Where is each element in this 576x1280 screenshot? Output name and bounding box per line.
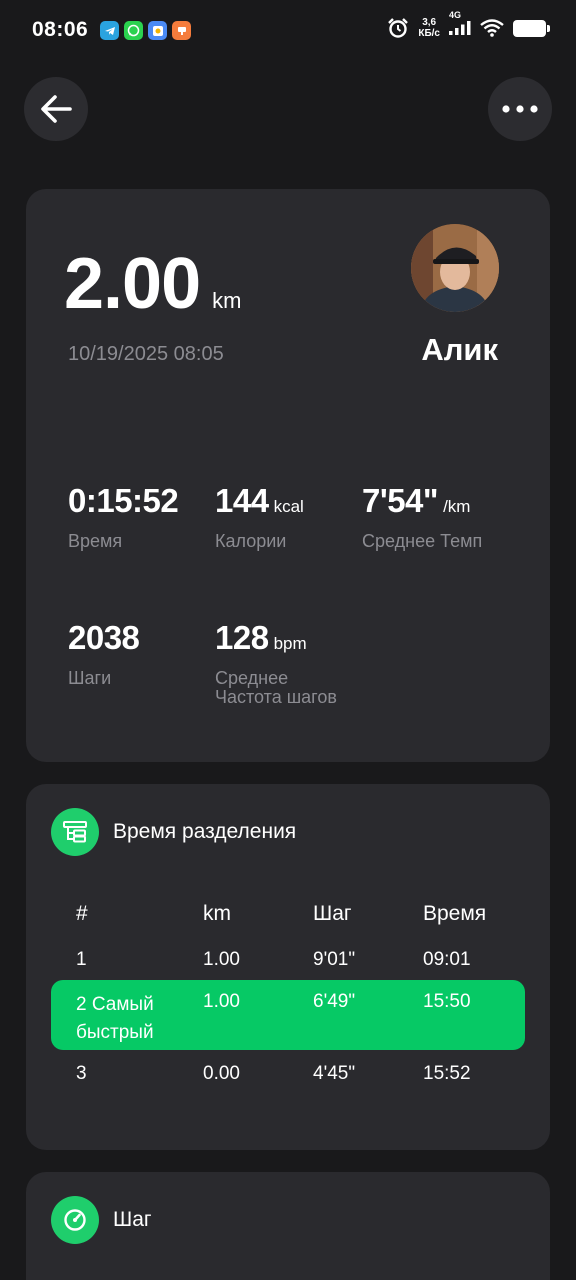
split-time: 09:01 [423, 949, 471, 970]
stat-pace-value: 7'54" [362, 482, 439, 519]
stat-calories-unit: kcal [273, 497, 304, 516]
status-bar: 08:06 3,6 КБ/с 4G [0, 0, 576, 60]
splits-card: Время разделения # km Шаг Время 1 1.00 9… [26, 784, 550, 1150]
network-speed: 3,6 КБ/с [418, 17, 440, 39]
distance: 2.00 km [64, 243, 241, 325]
splits-list-icon [51, 808, 99, 856]
arrow-left-icon [41, 95, 72, 123]
stat-pace-unit: /km [443, 497, 471, 516]
workout-datetime: 10/19/2025 08:05 [68, 343, 224, 365]
split-number: 2 Самый быстрый [76, 994, 154, 1043]
workout-summary-card: 2.00 km 10/19/2025 08:05 Алик 0:15:52 Вр… [26, 189, 550, 762]
split-pace: 9'01" [313, 949, 356, 970]
stat-cadence-label: Среднее Частота шагов [215, 669, 337, 707]
pace-card: Шаг [26, 1172, 550, 1280]
stat-duration: 0:15:52 Время [68, 482, 179, 551]
maps-icon [148, 21, 167, 40]
more-horizontal-icon [502, 105, 538, 113]
stat-duration-label: Время [68, 531, 123, 551]
split-km: 0.00 [203, 1063, 240, 1084]
stat-calories-value: 144 [215, 482, 269, 519]
pace-header: Шаг [51, 1196, 152, 1244]
whatsapp-icon [124, 21, 143, 40]
stat-calories: 144 kcal Калории [215, 482, 304, 551]
column-header-number: # [76, 902, 88, 925]
split-number: 1 [76, 949, 87, 970]
app-notification-icon [172, 21, 191, 40]
stat-cadence-unit: bpm [273, 634, 307, 653]
network-type: 4G [449, 10, 462, 20]
split-pace: 4'45" [313, 1063, 356, 1084]
splits-title: Время разделения [113, 820, 297, 843]
back-button[interactable] [24, 77, 88, 141]
notification-icons [100, 21, 191, 40]
stat-cadence-label-line1: Среднее [215, 668, 289, 688]
status-time: 08:06 [32, 18, 89, 41]
stat-pace-label: Среднее Темп [362, 531, 483, 551]
distance-value: 2.00 [64, 244, 201, 324]
speedometer-icon [51, 1196, 99, 1244]
split-km: 1.00 [203, 949, 240, 970]
stat-cadence-label-line2: Частота шагов [215, 687, 337, 707]
signal-icon [449, 21, 471, 35]
telegram-icon [100, 21, 119, 40]
split-time: 15:52 [423, 1063, 471, 1084]
alarm-icon [388, 18, 409, 38]
more-options-button[interactable] [488, 77, 552, 141]
stat-cadence: 128 bpm Среднее Частота шагов [215, 619, 337, 707]
splits-header: Время разделения [51, 808, 296, 856]
split-number: 3 [76, 1063, 87, 1084]
stat-calories-label: Калории [215, 531, 287, 551]
signal-indicator: 4G [449, 10, 471, 35]
avatar[interactable] [411, 224, 499, 312]
wifi-icon [480, 19, 504, 37]
stat-pace: 7'54" /km Среднее Темп [362, 482, 482, 551]
table-row-fastest: 2 Самый быстрый 1.00 6'49" 15:50 [51, 980, 525, 1050]
pace-title: Шаг [113, 1208, 152, 1231]
battery-icon [513, 19, 550, 37]
stat-duration-value: 0:15:52 [68, 482, 179, 519]
stat-cadence-value: 128 [215, 619, 269, 656]
column-header-time: Время [423, 902, 487, 925]
split-time: 15:50 [423, 991, 471, 1012]
network-speed-unit: КБ/с [418, 28, 440, 39]
split-pace: 6'49" [313, 991, 356, 1012]
stat-steps: 2038 Шаги [68, 619, 140, 688]
column-header-pace: Шаг [313, 902, 352, 925]
system-status: 3,6 КБ/с 4G [387, 10, 550, 39]
user-name: Алик [421, 332, 498, 367]
stat-steps-value: 2038 [68, 619, 140, 656]
stat-steps-label: Шаги [68, 668, 112, 688]
network-speed-value: 3,6 [422, 17, 437, 28]
distance-unit: km [212, 288, 242, 313]
split-km: 1.00 [203, 991, 240, 1012]
avatar-photo [411, 224, 499, 312]
column-header-km: km [203, 902, 231, 925]
